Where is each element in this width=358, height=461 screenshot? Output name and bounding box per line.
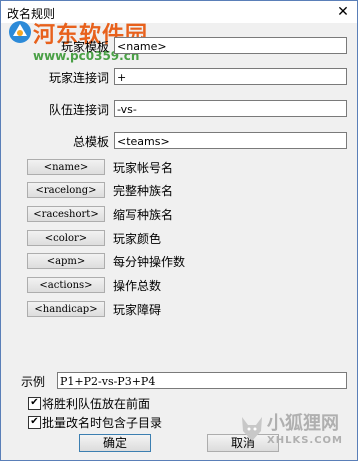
tag-desc-racelong: 完整种族名: [113, 184, 174, 198]
bottom-watermark-en: XHLKS.COM: [267, 435, 343, 446]
bottom-watermark-cn: 小狐狸网: [267, 413, 339, 434]
example-input[interactable]: P1+P2-vs-P3+P4: [57, 372, 347, 389]
winner-first-checkbox[interactable]: ✔: [28, 397, 41, 410]
player-connector-label: 玩家连接词: [48, 71, 109, 85]
close-icon[interactable]: ✕: [335, 4, 351, 20]
watermark-logo-icon: [9, 21, 31, 43]
tag-button-racelong[interactable]: <racelong>: [27, 182, 105, 198]
tag-desc-color: 玩家颜色: [113, 232, 162, 246]
ok-button[interactable]: 确定: [79, 434, 151, 452]
total-template-label: 总模板: [72, 135, 109, 149]
tag-button-apm[interactable]: <apm>: [27, 253, 105, 269]
bottom-watermark: 小狐狸网 XHLKS.COM: [267, 409, 343, 446]
include-subdirs-checkbox[interactable]: ✔: [28, 416, 41, 429]
include-subdirs-label[interactable]: 批量改名时包含子目录: [42, 414, 162, 431]
fox-logo-icon: [242, 417, 262, 441]
tag-button-name[interactable]: <name>: [27, 159, 105, 175]
tag-button-raceshort[interactable]: <raceshort>: [27, 206, 105, 222]
winner-first-label[interactable]: 将胜利队伍放在前面: [42, 395, 150, 412]
player-template-label: 玩家模板: [60, 40, 109, 54]
tag-button-handicap[interactable]: <handicap>: [27, 301, 105, 317]
tag-button-actions[interactable]: <actions>: [27, 277, 105, 293]
tag-button-color[interactable]: <color>: [27, 230, 105, 246]
tag-desc-apm: 每分钟操作数: [113, 255, 186, 269]
tag-desc-raceshort: 缩写种族名: [113, 208, 174, 222]
team-connector-input[interactable]: -vs-: [114, 100, 347, 117]
total-template-input[interactable]: <teams>: [114, 132, 347, 149]
rename-rules-dialog: 改名规则 ✕ 河东软件园 www.pc0359.cn 玩家模板 <name> 玩…: [0, 0, 358, 461]
player-connector-input[interactable]: +: [114, 68, 347, 85]
tag-desc-handicap: 玩家障碍: [113, 303, 162, 317]
tag-desc-name: 玩家帐号名: [113, 161, 174, 175]
team-connector-label: 队伍连接词: [48, 103, 109, 117]
tag-desc-actions: 操作总数: [113, 279, 162, 293]
player-template-input[interactable]: <name>: [114, 37, 347, 54]
example-label: 示例: [21, 375, 46, 389]
